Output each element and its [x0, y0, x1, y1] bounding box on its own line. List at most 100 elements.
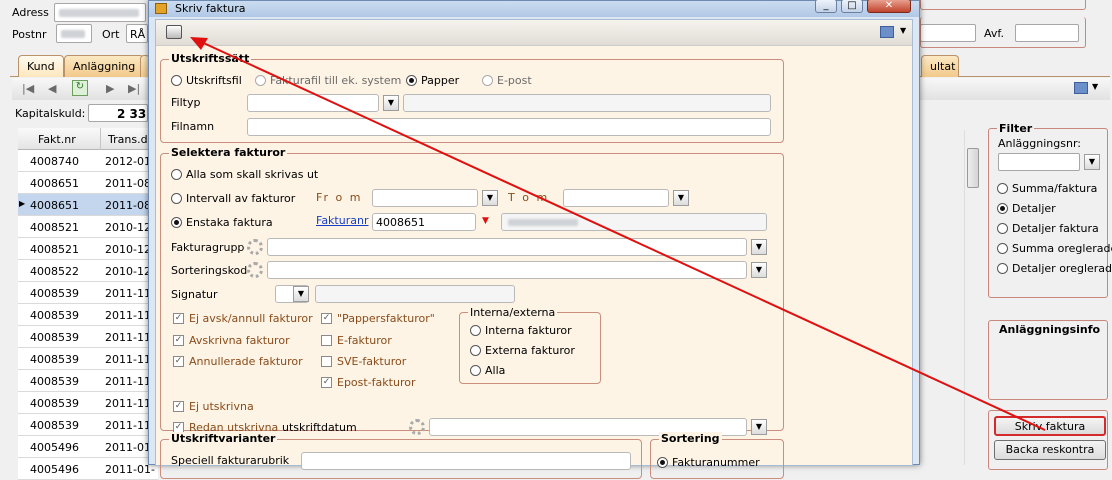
col-faktnr[interactable]: Fakt.nr — [38, 133, 76, 146]
tom-input[interactable] — [563, 189, 669, 207]
fakturafil-label: Fakturafil till ek. system — [270, 74, 402, 87]
efakturor-checkbox[interactable] — [321, 335, 332, 346]
table-row[interactable]: 4008539 2011-11- — [18, 414, 158, 436]
filter-radio[interactable] — [997, 243, 1008, 254]
anlaggningsnr-field[interactable] — [998, 153, 1080, 171]
utskriftdatum-gear-icon[interactable] — [409, 419, 425, 435]
externa-radio[interactable] — [470, 345, 481, 356]
from-input[interactable] — [372, 189, 478, 207]
cell-faktnr: 4008539 — [30, 309, 79, 322]
table-row[interactable]: 4005496 2011-01- — [18, 436, 158, 458]
papper-radio[interactable] — [406, 75, 417, 86]
tom-label: T o m — [508, 191, 550, 204]
sorteringskod-select[interactable] — [267, 261, 747, 279]
alla-interna-radio[interactable] — [470, 365, 481, 376]
table-row[interactable]: 4008651 2011-08- — [18, 172, 158, 194]
fakturanr-input[interactable]: 4008651 — [372, 213, 476, 231]
tab-kund[interactable]: Kund — [18, 55, 64, 77]
table-row[interactable]: 4008740 2012-01- — [18, 150, 158, 172]
utskriftsfil-radio[interactable] — [171, 75, 182, 86]
sorteringskod-dropdown[interactable]: ▼ — [751, 262, 767, 278]
printer-icon[interactable] — [166, 25, 182, 39]
enstaka-radio[interactable] — [171, 217, 182, 228]
table-row[interactable]: 4008539 2011-11- — [18, 304, 158, 326]
filtyp-dropdown[interactable]: ▼ — [383, 95, 399, 111]
sorteringskod-gear-icon[interactable] — [247, 262, 263, 278]
tab-resultat[interactable]: ultat — [921, 55, 959, 77]
fakturagrupp-select[interactable] — [267, 238, 747, 256]
filter-radio[interactable] — [997, 203, 1008, 214]
epostfakturor-checkbox[interactable]: ✓ — [321, 377, 332, 388]
filnamn-input[interactable] — [247, 118, 771, 136]
chevron-down-icon[interactable]: ▼ — [900, 26, 906, 35]
refresh-icon[interactable]: ↻ — [72, 80, 88, 96]
fakturafil-radio[interactable] — [255, 75, 266, 86]
avskrivna-checkbox[interactable]: ✓ — [173, 335, 184, 346]
adress-field[interactable] — [54, 3, 146, 22]
filtyp-label: Filtyp — [171, 96, 201, 109]
annullerade-checkbox[interactable]: ✓ — [173, 356, 184, 367]
grid-scrollbar[interactable] — [964, 130, 980, 465]
maximize-icon[interactable]: □ — [841, 0, 863, 13]
prev-record-icon[interactable]: ◀ — [48, 82, 56, 95]
ej-utskrivna-checkbox[interactable]: ✓ — [173, 401, 184, 412]
backa-reskontra-button[interactable]: Backa reskontra — [994, 440, 1106, 460]
export-icon[interactable] — [880, 26, 894, 38]
svefakturor-checkbox[interactable] — [321, 356, 332, 367]
fakturagrupp-dropdown[interactable]: ▼ — [751, 239, 767, 255]
first-record-icon[interactable]: |◀ — [22, 82, 34, 95]
table-row[interactable]: 4008539 2011-11- — [18, 282, 158, 304]
table-row[interactable]: 4008539 2011-11- — [18, 392, 158, 414]
last-record-icon[interactable]: ▶| — [128, 82, 140, 95]
tab-anlaggning[interactable]: Anläggning — [64, 55, 145, 77]
table-row[interactable]: 4008521 2010-12- — [18, 216, 158, 238]
interna-radio[interactable] — [470, 325, 481, 336]
kapitalskuld-field[interactable]: 2 33 — [88, 104, 148, 122]
ej-avsk-checkbox[interactable]: ✓ — [173, 313, 184, 324]
skriv-faktura-button[interactable]: Skriv faktura — [994, 416, 1106, 436]
cell-faktnr: 4008539 — [30, 353, 79, 366]
fakturagrupp-gear-icon[interactable] — [247, 239, 263, 255]
from-dropdown[interactable]: ▼ — [482, 190, 498, 206]
postnr-label: Postnr — [12, 28, 47, 41]
next-record-icon[interactable]: ▶ — [106, 82, 114, 95]
tom-dropdown[interactable]: ▼ — [673, 190, 689, 206]
filter-radio[interactable] — [997, 263, 1008, 274]
table-row[interactable]: 4008521 2010-12- — [18, 238, 158, 260]
utskriftdatum-dropdown[interactable]: ▼ — [751, 419, 767, 435]
filter-radio[interactable] — [997, 223, 1008, 234]
chevron-down-icon[interactable]: ▼ — [1092, 82, 1098, 91]
anlaggningsnr-dropdown[interactable]: ▼ — [1084, 154, 1100, 170]
table-row[interactable]: 4008651 2011-08- ▶ — [18, 194, 158, 216]
top-right-frame — [920, 0, 1086, 10]
cell-faktnr: 4008539 — [30, 287, 79, 300]
speciell-rubrik-input[interactable] — [301, 452, 631, 470]
close-icon[interactable]: ✕ — [867, 0, 911, 13]
kapitalskuld-value: 2 33 — [117, 107, 147, 121]
table-row[interactable]: 4008522 2010-12- — [18, 260, 158, 282]
scroll-thumb[interactable] — [967, 148, 979, 188]
postnr-field[interactable] — [56, 24, 92, 43]
table-row[interactable]: 4008539 2011-11- — [18, 326, 158, 348]
export-icon[interactable] — [1074, 82, 1088, 94]
dialog-titlebar: Skriv faktura _ □ ✕ — [149, 0, 919, 17]
cell-faktnr: 4008539 — [30, 375, 79, 388]
fakturanr-dropdown[interactable]: ▼ — [482, 216, 489, 226]
alla-radio[interactable] — [171, 169, 182, 180]
anlaggningsnr-label: Anläggningsnr: — [998, 137, 1081, 150]
signatur-dropdown[interactable]: ▼ — [293, 286, 309, 302]
minimize-icon[interactable]: _ — [815, 0, 837, 13]
intervall-radio[interactable] — [171, 193, 182, 204]
table-row[interactable]: 4005496 2011-01- — [18, 458, 158, 480]
epost-radio[interactable] — [482, 75, 493, 86]
filter-radio[interactable] — [997, 183, 1008, 194]
filtyp-select[interactable] — [247, 94, 379, 112]
fakturanummer-radio[interactable] — [657, 457, 668, 468]
pappersfakturor-checkbox[interactable]: ✓ — [321, 313, 332, 324]
table-row[interactable]: 4008539 2011-11- — [18, 370, 158, 392]
interna-label: Interna fakturor — [485, 324, 572, 337]
fakturanr-link[interactable]: Fakturanr — [316, 214, 368, 227]
table-row[interactable]: 4008539 2011-11- — [18, 348, 158, 370]
ort-field[interactable]: RÅ — [126, 24, 148, 43]
cell-faktnr: 4005496 — [30, 441, 79, 454]
